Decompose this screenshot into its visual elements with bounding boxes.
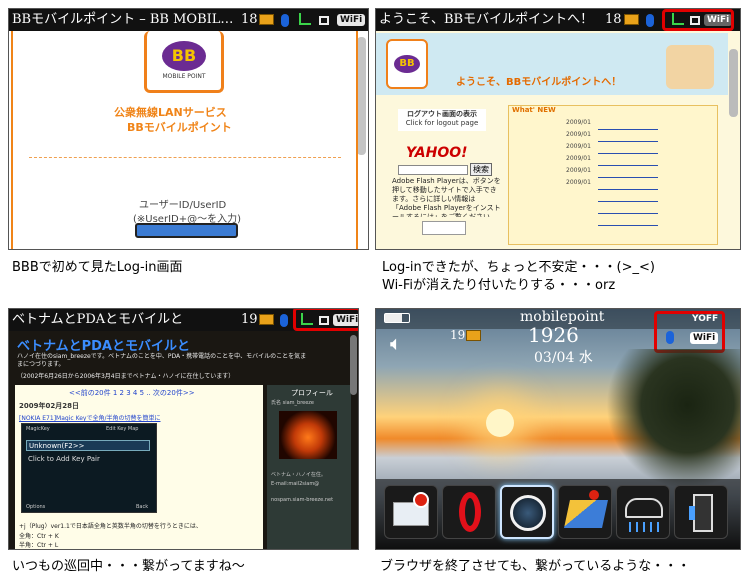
weather-icon[interactable] (616, 485, 670, 539)
profile-name: 氏名 siam_breeze (271, 400, 314, 406)
profile-sidebar (267, 385, 351, 549)
messages-icon[interactable] (384, 485, 438, 539)
logout-subtitle: Click for logout page (405, 119, 479, 127)
highlight-box (662, 9, 734, 31)
blog-intro: ハノイ在住のsiam_breezeです。ベトナムのことを中、PDA・携帯電話のこ… (17, 353, 307, 368)
caption-panel1: BBBで初めて見たLog-in画面 (12, 260, 183, 275)
logo-subtitle: MOBILE POINT (162, 73, 206, 80)
browser-icon[interactable] (500, 485, 554, 539)
wifi-icon: WiFi (690, 332, 719, 344)
post-date: 2009年02月28日 (19, 402, 79, 410)
divider (29, 157, 341, 158)
post-title[interactable]: [NOKIA E71]Magic Keyで全角/半角の切替を簡単に (19, 413, 160, 422)
envelope-icon (466, 330, 481, 341)
post-body-1: +j（Plug）ver1.1で日本語全角と英数半角の切替を行うときには、 (19, 523, 202, 530)
wifi-icon: WiFi (337, 14, 366, 26)
bluetooth-icon (666, 331, 674, 344)
caption-panel2-line2: Wi-Fiが消えたり付いたりする・・・orz (382, 278, 616, 293)
app-item-selected[interactable]: Unknown(F2>> (26, 440, 150, 451)
clock-date: 03/04 水 (534, 350, 593, 366)
page-title: ようこそ、BBモバイルポイントへ！ (379, 12, 594, 27)
caption-panel3: いつもの巡回中・・・繋がってますね～ (12, 559, 245, 574)
envelope-icon (259, 314, 274, 325)
app-back[interactable]: Back (136, 504, 148, 510)
bluetooth-icon (646, 14, 654, 27)
status-bar: BBモバイルポイント – BB MOBIL… (9, 9, 368, 31)
left-border (11, 31, 13, 249)
blog-title[interactable]: ベトナムとPDAとモバイルと (17, 335, 190, 354)
more-apps-icon[interactable] (674, 485, 728, 539)
message-count: 18 (241, 12, 258, 27)
logout-box[interactable]: ログアウト画面の表示 Click for logout page (398, 109, 486, 131)
page-navigation[interactable]: <<前の20件 1 2 3 4 5 .. 次の20件>> (69, 388, 195, 398)
message-count: 19 (450, 328, 466, 342)
scrollbar[interactable] (350, 335, 357, 395)
screenshot-blog-page: ベトナムとPDAとモバイルと 19 WiFi ベトナムとPDAとモバイルと ハノ… (8, 308, 359, 550)
screenshot-home-screen: 🔈︎ 19 mobilepoint 1926 03/04 水 YOFF WiFi (375, 308, 741, 550)
maps-icon[interactable] (558, 485, 612, 539)
app-title: MagicKey (26, 426, 50, 432)
cafe-illustration (666, 45, 714, 89)
heading-wireless-lan: 公衆無線LANサービス (114, 106, 227, 119)
page-title: BBモバイルポイント – BB MOBIL… (12, 12, 234, 27)
message-count: 18 (605, 12, 622, 27)
whats-new-header: What' NEW (512, 106, 556, 114)
caption-panel2-line1: Log-inできたが、ちょっと不安定・・・(>_<) (382, 260, 655, 275)
screenshot-welcome-page: ようこそ、BBモバイルポイントへ！ 18 WiFi BB ようこそ、BBモバイル… (375, 8, 741, 250)
search-input[interactable] (398, 165, 468, 175)
yahoo-logo: YAHOO! (406, 145, 468, 161)
heading-bb-mobile: BBモバイルポイント (127, 121, 232, 134)
app-options[interactable]: Options (26, 504, 45, 510)
bb-logo-mark: BB (394, 55, 420, 73)
app-screenshot: MagicKey Edit Key Map Unknown(F2>> Click… (21, 423, 157, 513)
envelope-icon (624, 14, 639, 25)
signal-icon: YOFF (692, 314, 719, 324)
blog-period: （2002年6月26日から2006年3月4日までベトナム・ハノイに在住しています… (17, 373, 235, 380)
search-button[interactable]: 検索 (470, 163, 492, 176)
profile-photo (279, 411, 337, 459)
envelope-icon (259, 14, 274, 25)
sunset-sun (486, 409, 514, 437)
flash-notice: Adobe Flash Playerは、ボタンを押して移動したサイトで入手できま… (392, 177, 501, 217)
bb-logo-mark: BB (162, 41, 206, 71)
highlight-box (293, 309, 358, 331)
profile-description: ベトナム・ハノイ在住。 (271, 472, 326, 478)
userid-label: ユーザーID/UserID (139, 200, 227, 211)
caption-panel4: ブラウザを終了させても、繋がっているような・・・ (380, 559, 691, 574)
speaker-icon[interactable]: 🔈︎ (390, 331, 402, 355)
flash-player-badge[interactable] (422, 221, 466, 235)
scrollbar[interactable] (357, 37, 366, 155)
profile-title: プロフィール (291, 389, 333, 397)
welcome-heading: ようこそ、BBモバイルポイントへ！ (456, 77, 622, 88)
userid-input[interactable] (135, 223, 238, 238)
clock-time: 1926 (528, 323, 579, 347)
signal-icon (299, 13, 311, 25)
battery-icon (384, 313, 410, 323)
opera-icon[interactable] (442, 485, 496, 539)
logout-title: ログアウト画面の表示 (407, 110, 477, 118)
radio-off-label: OFF (698, 314, 719, 324)
app-edit: Edit Key Map (106, 426, 139, 432)
news-links (598, 121, 658, 231)
bb-logo: BB (386, 39, 428, 89)
tree-silhouette (606, 349, 740, 489)
right-border (356, 31, 358, 249)
post-body-2: 全角：Ctr + K (19, 533, 59, 540)
scrollbar[interactable] (729, 49, 738, 117)
app-item[interactable]: Click to Add Key Pair (28, 455, 100, 463)
bluetooth-icon (280, 314, 288, 327)
screenshot-login-page: BBモバイルポイント – BB MOBIL… 18 WiFi BB MOBILE… (8, 8, 369, 250)
bluetooth-icon (281, 14, 289, 27)
bb-mobile-point-logo: BB MOBILE POINT (144, 31, 224, 93)
profile-url: nospam.siam-breeze.net (271, 497, 334, 503)
message-count: 19 (241, 312, 258, 327)
profile-email: E-mail:mail2siam@ (271, 481, 320, 487)
post-body-3: 半角：Ctr + L (19, 542, 59, 549)
page-title: ベトナムとPDAとモバイルと (12, 312, 184, 327)
lock-icon (319, 16, 329, 25)
